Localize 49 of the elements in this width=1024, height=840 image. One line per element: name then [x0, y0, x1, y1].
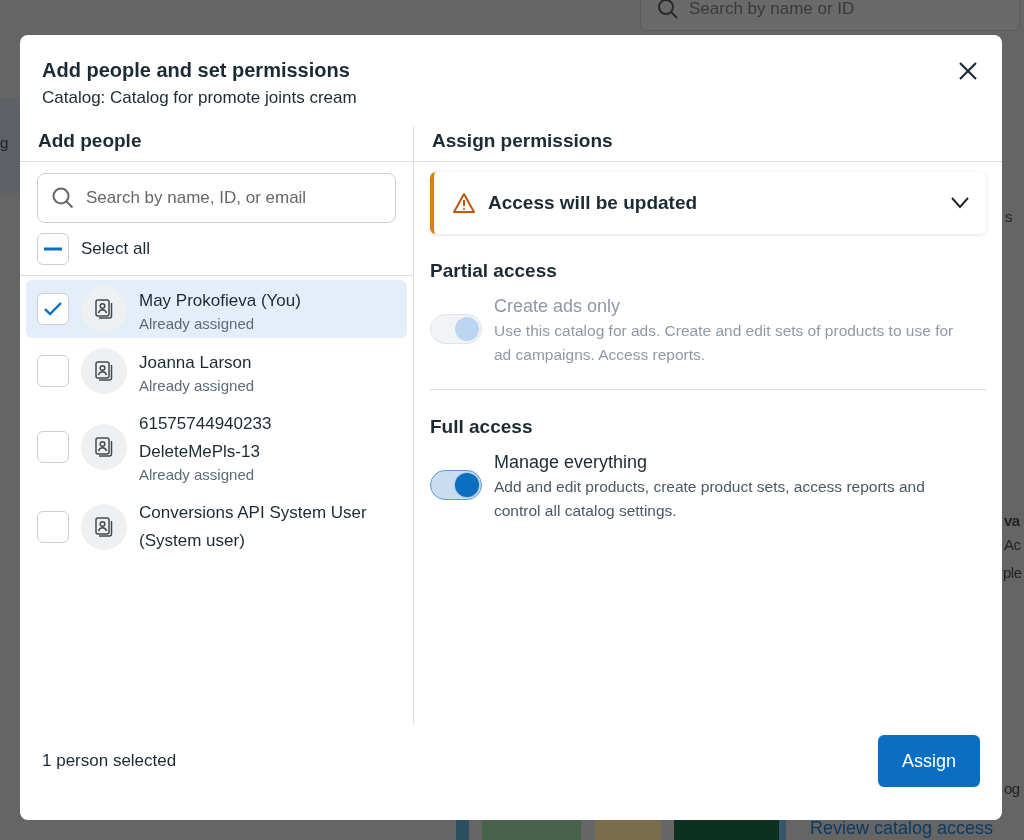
person-name: Joanna Larson — [139, 351, 253, 374]
person-checkbox[interactable] — [37, 430, 69, 463]
background-text: Ac — [1004, 536, 1021, 553]
person-status: Already assigned — [139, 314, 256, 332]
search-icon — [657, 0, 679, 20]
chevron-icon — [950, 197, 970, 209]
background-text: ple — [1003, 564, 1022, 581]
person-name: May Prokofieva (You) — [139, 289, 301, 312]
select-all-label: Select all — [81, 239, 150, 259]
person-checkbox[interactable] — [37, 511, 69, 543]
dialog-subtitle: Catalog: Catalog for promote joints cream — [42, 88, 357, 108]
id-card-icon — [93, 360, 115, 382]
background-text: s — [1005, 208, 1012, 225]
option-description: Use this catalog for ads. Create and edit sets of products to use for ad campaigns. Access reports. — [494, 321, 955, 365]
person-row[interactable]: Conversions API System User (System user) — [26, 493, 407, 561]
person-checkbox[interactable] — [37, 293, 69, 325]
column-heading: Add people — [38, 130, 142, 152]
selection-count: 1 person selected — [42, 751, 177, 771]
option-label: Create ads only — [494, 296, 622, 317]
search-input[interactable]: Search by name, ID, or email — [84, 187, 378, 209]
person-name: 61575744940233 DeleteMePls-13 — [139, 413, 273, 463]
select-all-checkbox[interactable] — [37, 233, 69, 265]
dialog-title: Add people and set permissions — [42, 59, 351, 82]
person-row[interactable]: Joanna Larson Already assigned — [26, 342, 407, 400]
column-heading: Assign permissions — [432, 130, 613, 152]
id-card-icon — [93, 516, 115, 538]
background-text: og — [1004, 780, 1020, 797]
warning-notice[interactable]: Access will be updated — [430, 172, 986, 234]
person-status: Already assigned — [139, 466, 256, 483]
section-title: Full access — [430, 416, 534, 438]
option-description: Add and edit products, create product sets, access reports and control all catalog settings. — [494, 477, 926, 521]
person-status: Already assigned — [139, 376, 255, 394]
search-icon — [52, 187, 74, 209]
toggle-switch[interactable] — [430, 470, 482, 500]
background-text: va — [1004, 512, 1020, 529]
option-label: Manage everything — [494, 452, 649, 473]
section-title: Partial access — [430, 260, 558, 282]
id-card-icon — [93, 298, 115, 320]
background-text: g — [0, 134, 8, 151]
checkmark-icon — [43, 301, 63, 317]
assign-button[interactable]: Assign — [877, 735, 980, 787]
warning-icon — [452, 192, 476, 214]
person-name: Conversions API System User (System user) — [139, 502, 368, 552]
id-card-icon — [93, 435, 115, 458]
search-field[interactable]: Search by name, ID, or email — [37, 173, 396, 223]
minus-icon — [44, 247, 62, 251]
person-checkbox[interactable] — [37, 355, 69, 387]
person-row[interactable]: 61575744940233 DeleteMePls-13 Already assigned — [26, 404, 407, 489]
person-row[interactable]: May Prokofieva (You) Already assigned — [26, 280, 407, 338]
